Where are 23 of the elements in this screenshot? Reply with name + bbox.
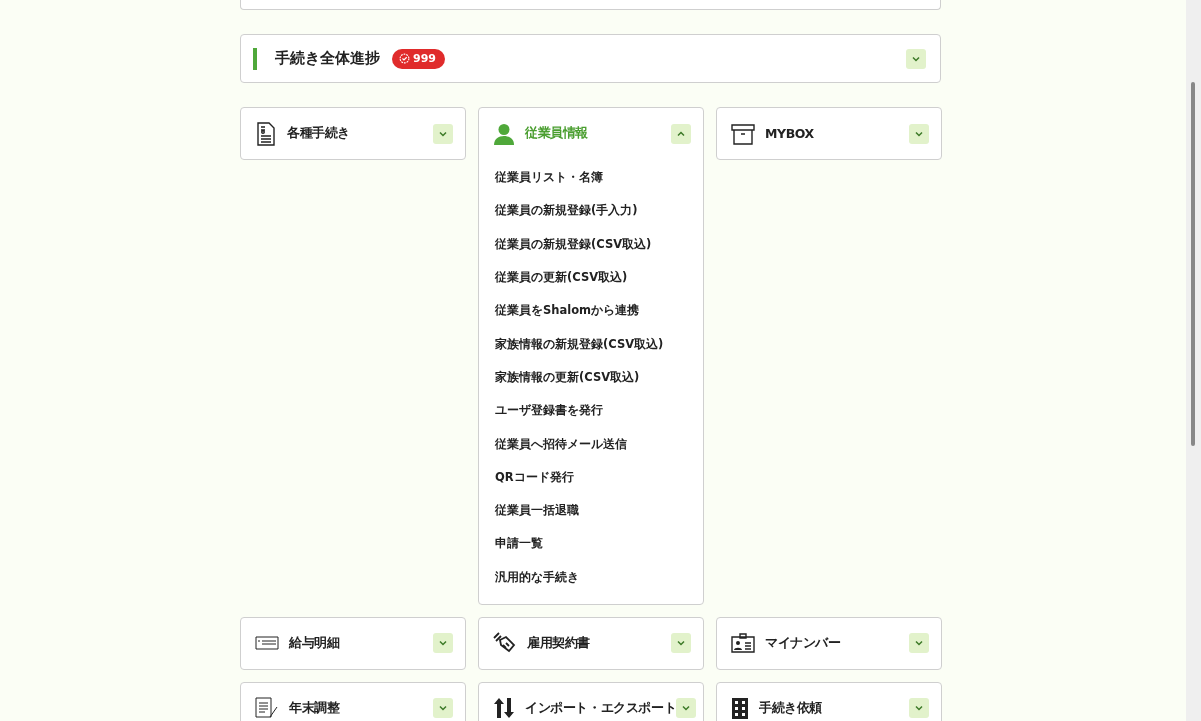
card-title[interactable]: 給与明細 bbox=[289, 634, 340, 652]
menu-link[interactable]: 従業員の新規登録(CSV取込) bbox=[495, 227, 703, 261]
badge-count: 999 bbox=[413, 52, 436, 65]
menu-link[interactable]: ユーザ登録書を発行 bbox=[495, 394, 703, 428]
card-title[interactable]: インポート・エクスポート bbox=[525, 699, 677, 717]
panel-title: 手続き全体進捗 bbox=[275, 49, 380, 68]
menu-link[interactable]: 家族情報の新規登録(CSV取込) bbox=[495, 327, 703, 361]
menu-link[interactable]: 汎用的な手続き bbox=[495, 560, 703, 594]
card-title[interactable]: 手続き依頼 bbox=[759, 699, 822, 717]
menu-link[interactable]: 従業員をShalomから連携 bbox=[495, 294, 703, 328]
card-title[interactable]: 年末調整 bbox=[289, 699, 340, 717]
menu-link[interactable]: 家族情報の更新(CSV取込) bbox=[495, 360, 703, 395]
menu-link[interactable]: 従業員へ招待メール送信 bbox=[495, 427, 703, 461]
menu-link[interactable]: 従業員の新規登録(手入力) bbox=[495, 194, 703, 228]
card-title[interactable]: MYBOX bbox=[765, 126, 814, 141]
menu-link[interactable]: QRコード発行 bbox=[495, 460, 703, 494]
card-title[interactable]: 雇用契約書 bbox=[527, 634, 590, 652]
menu-link[interactable]: 従業員リスト・名簿 bbox=[495, 161, 703, 195]
card-title[interactable]: 各種手続き bbox=[287, 125, 350, 142]
menu-link[interactable]: 申請一覧 bbox=[495, 527, 703, 561]
menu-link[interactable]: 従業員の更新(CSV取込) bbox=[495, 260, 703, 295]
card-title[interactable]: マイナンバー bbox=[765, 634, 841, 652]
menu-link[interactable]: 従業員一括退職 bbox=[495, 493, 703, 528]
